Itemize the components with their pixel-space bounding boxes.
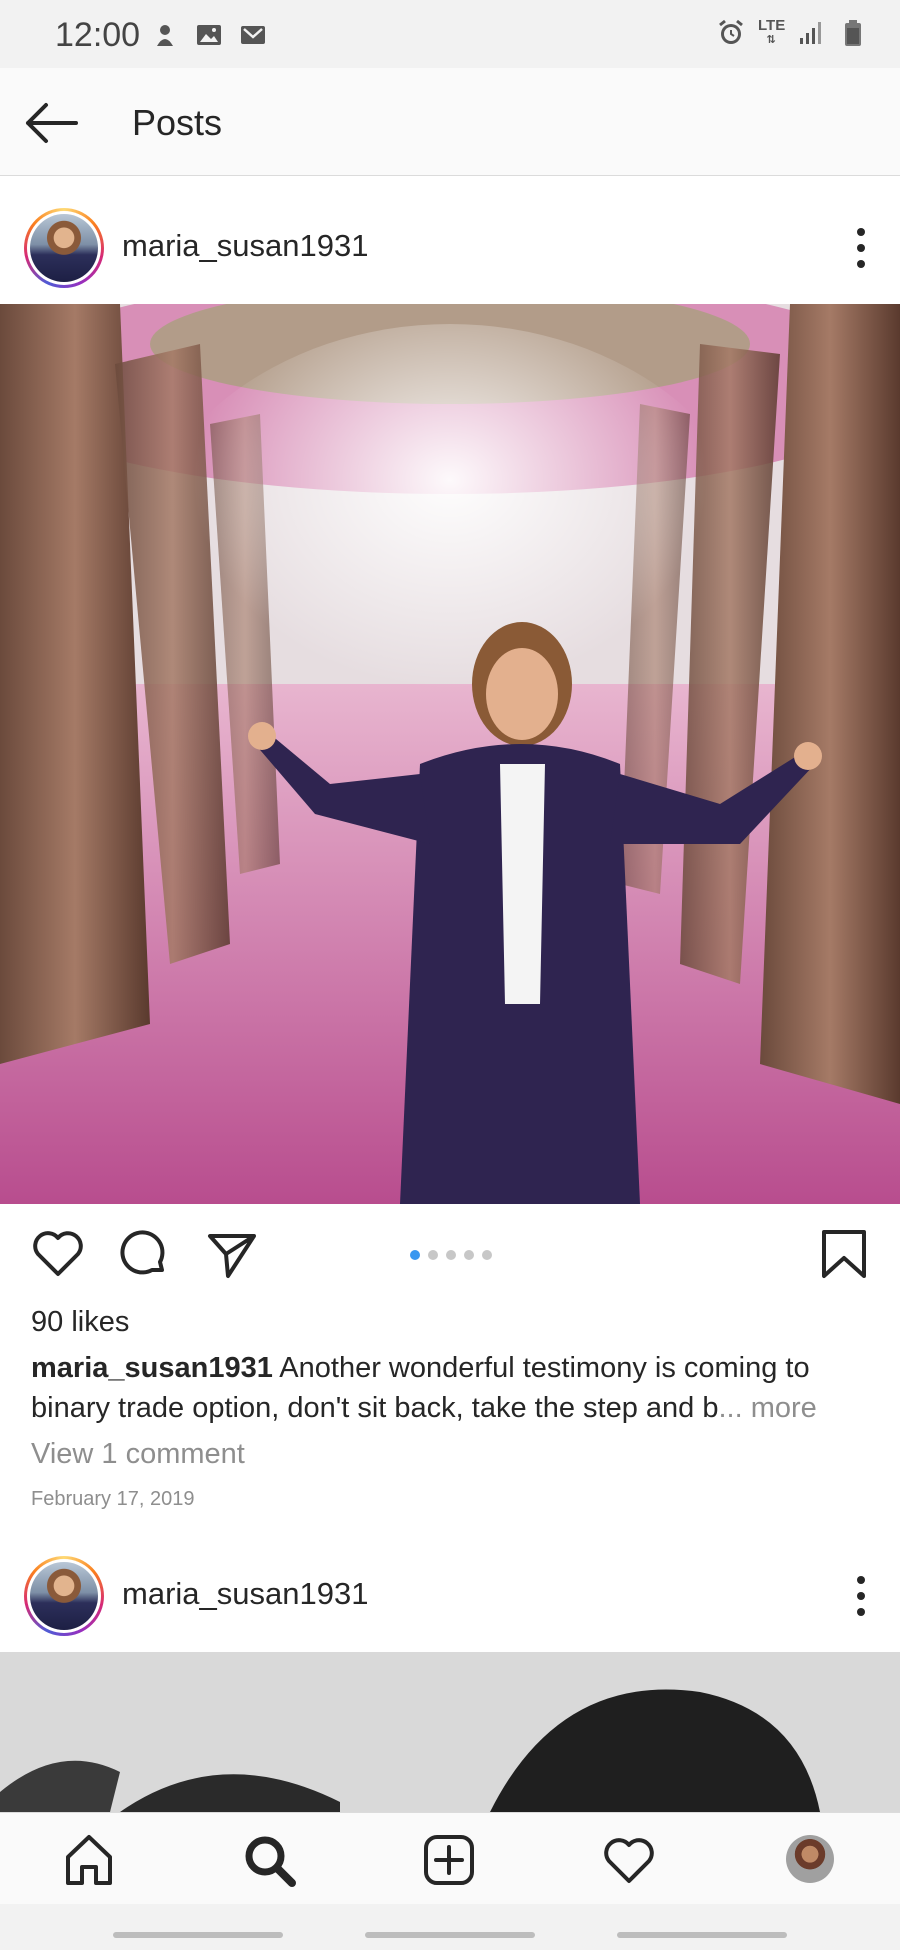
carousel-dot	[464, 1250, 474, 1260]
notification-icon	[157, 25, 173, 46]
home-icon[interactable]	[60, 1831, 118, 1889]
caption-more-link[interactable]: ... more	[718, 1392, 816, 1424]
post-photo[interactable]	[0, 1652, 900, 1812]
profile-avatar[interactable]	[786, 1835, 834, 1883]
post-photo-illustration	[0, 1652, 900, 1812]
post-username[interactable]: maria_susan1931	[122, 1576, 368, 1612]
add-post-icon[interactable]	[420, 1831, 478, 1889]
search-icon[interactable]	[240, 1831, 298, 1889]
app-header: Posts	[0, 68, 900, 176]
gesture-handle[interactable]	[617, 1932, 787, 1938]
caption-username[interactable]: maria_susan1931	[31, 1352, 273, 1384]
share-send-icon[interactable]	[204, 1226, 260, 1282]
post-header: maria_susan1931	[0, 1524, 900, 1652]
post-header: maria_susan1931	[0, 176, 900, 304]
carousel-dot	[446, 1250, 456, 1260]
status-bar: 12:00 LTE ⇅	[0, 0, 900, 68]
battery-icon	[845, 20, 861, 46]
post-actions	[0, 1204, 900, 1304]
post-photo[interactable]	[0, 304, 900, 1204]
page-title: Posts	[132, 102, 223, 143]
avatar[interactable]	[24, 208, 104, 288]
view-comments-link[interactable]: View 1 comment	[31, 1438, 245, 1471]
comment-icon[interactable]	[116, 1226, 172, 1282]
bottom-nav	[0, 1812, 900, 1904]
gmail-icon	[241, 26, 265, 44]
likes-count[interactable]: 90 likes	[31, 1306, 129, 1339]
carousel-dot	[482, 1250, 492, 1260]
post-username[interactable]: maria_susan1931	[122, 228, 368, 264]
back-arrow-icon[interactable]	[22, 98, 80, 148]
carousel-dot	[410, 1250, 420, 1260]
avatar[interactable]	[24, 1556, 104, 1636]
alarm-icon	[719, 19, 743, 44]
more-options-icon[interactable]	[854, 1574, 868, 1618]
post-caption: maria_susan1931 Another wonderful testim…	[31, 1348, 871, 1428]
status-time: 12:00	[55, 16, 141, 54]
carousel-dot	[428, 1250, 438, 1260]
like-heart-icon[interactable]	[30, 1226, 86, 1282]
system-gesture-bar	[0, 1904, 900, 1950]
activity-heart-icon[interactable]	[600, 1831, 658, 1889]
gesture-handle[interactable]	[113, 1932, 283, 1938]
more-options-icon[interactable]	[854, 226, 868, 270]
gallery-icon	[197, 25, 221, 45]
post-date: February 17, 2019	[31, 1488, 195, 1510]
save-bookmark-icon[interactable]	[816, 1226, 872, 1282]
signal-icon	[800, 22, 821, 44]
gesture-handle[interactable]	[365, 1932, 535, 1938]
lte-icon: LTE ⇅	[758, 17, 786, 46]
carousel-indicator	[410, 1250, 492, 1260]
post-photo-illustration	[0, 304, 900, 1204]
